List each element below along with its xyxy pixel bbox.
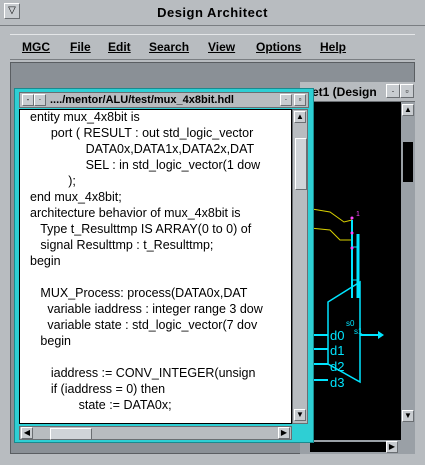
pin-marker [350, 246, 354, 250]
hdl-titlebar[interactable]: - · ..../mentor/ALU/test/mux_4x8bit.hdl … [19, 92, 309, 108]
schematic-drawing: 1 s0 s1 d0 d1 d2 d3 [300, 206, 384, 390]
schematic-title: et1 (Design [312, 85, 377, 99]
menu-edit[interactable]: Edit [108, 40, 131, 54]
code-line: begin [30, 334, 72, 348]
window-menu-button[interactable]: · [34, 94, 46, 106]
code-line: ); [30, 174, 76, 188]
code-line: Type t_Resulttmp IS ARRAY(0 to 0) of [30, 222, 252, 236]
code-line: variable state : std_logic_vector(7 dov [30, 318, 258, 332]
code-line: begin [30, 254, 61, 268]
maximize-button[interactable]: ▫ [294, 94, 306, 106]
code-line: variable iaddress : integer range 3 dow [30, 302, 263, 316]
hdl-vertical-scrollbar[interactable]: ▲ ▼ [292, 109, 308, 424]
code-line: signal Resulttmp : t_Resulttmp; [30, 238, 214, 252]
code-line: SEL : in std_logic_vector(1 dow [30, 158, 261, 172]
hdl-text-area[interactable]: entity mux_4x8bit is port ( RESULT : out… [19, 109, 292, 424]
title-bar: ▽ Design Architect [0, 0, 425, 26]
window-title: Design Architect [157, 5, 268, 20]
design-architect-window: ▽ Design Architect MGC File Edit Search … [0, 0, 425, 465]
scroll-thumb[interactable] [50, 428, 92, 440]
scroll-left-arrow-icon[interactable]: ◀ [21, 427, 33, 439]
scroll-thumb[interactable] [295, 138, 307, 190]
scroll-thumb[interactable] [310, 442, 390, 452]
scroll-down-arrow-icon[interactable]: ▼ [294, 409, 306, 421]
menu-mgc[interactable]: MGC [22, 40, 50, 54]
menu-view[interactable]: View [208, 40, 235, 54]
code-line: entity mux_4x8bit is [30, 110, 140, 124]
hdl-window-title: ..../mentor/ALU/test/mux_4x8bit.hdl [50, 94, 234, 106]
maximize-button[interactable]: ▫ [400, 84, 414, 98]
code-line: port ( RESULT : out std_logic_vector [30, 126, 254, 140]
code-line: end mux_4x8bit; [30, 190, 122, 204]
code-line: iaddress := CONV_INTEGER(unsign [30, 366, 256, 380]
pin-label-d0: d0 [330, 328, 344, 343]
code-line: if (iaddress = 0) then [30, 382, 166, 396]
schematic-canvas[interactable]: 1 s0 s1 d0 d1 d2 d3 [300, 102, 401, 440]
code-line: state := DATA0x; [30, 398, 172, 412]
pin-label-d1: d1 [330, 343, 344, 358]
hdl-horizontal-scrollbar[interactable]: ◀ ▶ [19, 426, 292, 440]
scroll-right-arrow-icon[interactable]: ▶ [386, 441, 398, 453]
pin-label-d3: d3 [330, 375, 344, 390]
window-menu-button[interactable]: - [22, 94, 34, 106]
minimize-button[interactable]: · [280, 94, 292, 106]
scroll-thumb[interactable] [403, 142, 413, 182]
menu-help[interactable]: Help [320, 40, 346, 54]
menu-file[interactable]: File [70, 40, 91, 54]
pin-label-d2: d2 [330, 359, 344, 374]
pin-marker [350, 231, 354, 235]
menu-bar: MGC File Edit Search View Options Help [10, 34, 415, 60]
code-line: architecture behavior of mux_4x8bit is [30, 206, 241, 220]
scroll-up-arrow-icon[interactable]: ▲ [402, 104, 414, 116]
minimize-button[interactable]: · [386, 84, 400, 98]
schematic-horizontal-scrollbar[interactable]: ▶ [300, 440, 415, 454]
mux-select-label: s1 [354, 327, 363, 336]
scroll-up-arrow-icon[interactable]: ▲ [294, 111, 306, 123]
schematic-titlebar[interactable]: et1 (Design · ▫ [300, 82, 415, 102]
pin-marker [350, 216, 354, 220]
schematic-vertical-scrollbar[interactable]: ▲ ▼ [401, 102, 415, 442]
code-line: MUX_Process: process(DATA0x,DAT [30, 286, 248, 300]
wire-label: 1 [356, 211, 360, 218]
scroll-down-arrow-icon[interactable]: ▼ [402, 410, 414, 422]
hdl-editor-window[interactable]: - · ..../mentor/ALU/test/mux_4x8bit.hdl … [14, 88, 314, 443]
menu-options[interactable]: Options [256, 40, 301, 54]
menu-search[interactable]: Search [149, 40, 189, 54]
output-arrow-icon [378, 331, 384, 339]
schematic-window[interactable]: et1 (Design · ▫ 1 s0 s1 d0 d1 d2 d3 ▲ ▼ … [300, 82, 415, 454]
scroll-right-arrow-icon[interactable]: ▶ [278, 427, 290, 439]
code-line: DATA0x,DATA1x,DATA2x,DAT [30, 142, 255, 156]
